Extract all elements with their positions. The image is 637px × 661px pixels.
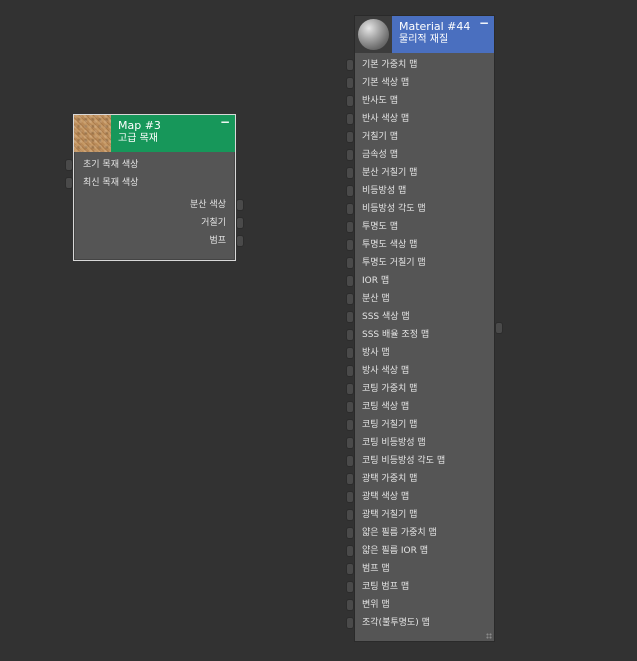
material-input-port[interactable] bbox=[346, 383, 354, 395]
map-output-port[interactable] bbox=[236, 235, 244, 247]
material-input-label: 얇은 필름 IOR 맵 bbox=[362, 546, 428, 556]
material-input-label: 광택 가중치 맵 bbox=[362, 474, 418, 484]
material-node-title-area: Material #44 물리적 재질 − bbox=[392, 16, 494, 53]
material-input-port[interactable] bbox=[346, 113, 354, 125]
material-input-label: 코팅 색상 맵 bbox=[362, 402, 410, 412]
material-input-port[interactable] bbox=[346, 347, 354, 359]
material-input-label: 코팅 비등방성 맵 bbox=[362, 438, 426, 448]
map-input-label: 최신 목재 색상 bbox=[83, 178, 139, 188]
material-input-port[interactable] bbox=[346, 509, 354, 521]
material-input-port[interactable] bbox=[346, 203, 354, 215]
material-input-port[interactable] bbox=[346, 419, 354, 431]
node-editor-canvas[interactable]: Map #3 고급 목재 − 초기 목재 색상최신 목재 색상분산 색상거칠기범… bbox=[0, 0, 637, 661]
map-output-label: 범프 bbox=[209, 236, 226, 246]
material-input-label: 광택 거칠기 맵 bbox=[362, 510, 418, 520]
material-input-label: 코팅 거칠기 맵 bbox=[362, 420, 418, 430]
wood-texture-thumbnail-icon bbox=[74, 115, 111, 152]
material-input-label: 얇은 필름 가중치 맵 bbox=[362, 528, 437, 538]
map-node-subtitle: 고급 목재 bbox=[118, 133, 158, 144]
material-input-port[interactable] bbox=[346, 365, 354, 377]
material-input-label: 분산 맵 bbox=[362, 294, 390, 304]
material-input-port[interactable] bbox=[346, 599, 354, 611]
material-input-port[interactable] bbox=[346, 59, 354, 71]
material-node-physical[interactable]: Material #44 물리적 재질 − 기본 가중치 맵기본 색상 맵반사도… bbox=[346, 15, 503, 642]
material-input-port[interactable] bbox=[346, 95, 354, 107]
material-input-port[interactable] bbox=[346, 527, 354, 539]
material-input-port[interactable] bbox=[346, 275, 354, 287]
material-input-port[interactable] bbox=[346, 455, 354, 467]
material-input-port[interactable] bbox=[346, 545, 354, 557]
material-input-label: 비등방성 각도 맵 bbox=[362, 204, 426, 214]
material-input-label: 투명도 거칠기 맵 bbox=[362, 258, 426, 268]
material-input-port[interactable] bbox=[346, 329, 354, 341]
material-input-label: 비등방성 맵 bbox=[362, 186, 407, 196]
material-input-port[interactable] bbox=[346, 257, 354, 269]
material-input-port[interactable] bbox=[346, 185, 354, 197]
material-input-port[interactable] bbox=[346, 167, 354, 179]
material-input-label: 방사 색상 맵 bbox=[362, 366, 410, 376]
map-input-label: 초기 목재 색상 bbox=[83, 160, 139, 170]
material-input-label: 방사 맵 bbox=[362, 348, 390, 358]
material-output-port[interactable] bbox=[495, 322, 503, 334]
minimize-icon[interactable]: − bbox=[479, 17, 489, 29]
map-input-port[interactable] bbox=[65, 159, 73, 171]
material-input-label: IOR 맵 bbox=[362, 276, 390, 286]
map-output-label: 거칠기 bbox=[201, 218, 226, 228]
material-input-label: SSS 색상 맵 bbox=[362, 312, 410, 322]
material-input-port[interactable] bbox=[346, 401, 354, 413]
material-input-label: 반사도 맵 bbox=[362, 96, 398, 106]
material-node-subtitle: 물리적 재질 bbox=[399, 34, 449, 45]
material-input-label: 코팅 범프 맵 bbox=[362, 582, 410, 592]
material-input-label: 금속성 맵 bbox=[362, 150, 398, 160]
material-input-label: SSS 배율 조정 맵 bbox=[362, 330, 430, 340]
material-input-port[interactable] bbox=[346, 149, 354, 161]
material-input-label: 반사 색상 맵 bbox=[362, 114, 410, 124]
material-input-label: 코팅 비등방성 각도 맵 bbox=[362, 456, 446, 466]
minimize-icon[interactable]: − bbox=[220, 116, 230, 128]
material-input-port[interactable] bbox=[346, 77, 354, 89]
material-input-label: 기본 가중치 맵 bbox=[362, 60, 418, 70]
map-node-header[interactable]: Map #3 고급 목재 − bbox=[74, 115, 235, 152]
material-input-port[interactable] bbox=[346, 293, 354, 305]
map-input-port[interactable] bbox=[65, 177, 73, 189]
material-input-port[interactable] bbox=[346, 563, 354, 575]
material-input-label: 코팅 가중치 맵 bbox=[362, 384, 418, 394]
material-input-label: 광택 색상 맵 bbox=[362, 492, 410, 502]
material-node-header[interactable]: Material #44 물리적 재질 − bbox=[355, 16, 494, 53]
material-sphere-thumbnail-icon bbox=[355, 16, 392, 53]
material-node-title: Material #44 bbox=[399, 20, 471, 33]
material-input-label: 거칠기 맵 bbox=[362, 132, 398, 142]
map-output-label: 분산 색상 bbox=[190, 200, 226, 210]
material-input-label: 기본 색상 맵 bbox=[362, 78, 410, 88]
material-input-label: 투명도 맵 bbox=[362, 222, 398, 232]
material-input-port[interactable] bbox=[346, 239, 354, 251]
material-input-label: 범프 맵 bbox=[362, 564, 390, 574]
material-input-port[interactable] bbox=[346, 491, 354, 503]
material-input-label: 분산 거칠기 맵 bbox=[362, 168, 418, 178]
material-input-port[interactable] bbox=[346, 437, 354, 449]
material-input-port[interactable] bbox=[346, 473, 354, 485]
material-input-label: 조각(불투명도) 맵 bbox=[362, 618, 430, 628]
material-input-port[interactable] bbox=[346, 131, 354, 143]
material-input-port[interactable] bbox=[346, 221, 354, 233]
map-output-port[interactable] bbox=[236, 217, 244, 229]
material-input-port[interactable] bbox=[346, 581, 354, 593]
map-node-title-area: Map #3 고급 목재 − bbox=[111, 115, 235, 152]
material-input-label: 변위 맵 bbox=[362, 600, 390, 610]
map-node-title: Map #3 bbox=[118, 119, 161, 132]
map-node-advanced-wood[interactable]: Map #3 고급 목재 − 초기 목재 색상최신 목재 색상분산 색상거칠기범… bbox=[65, 114, 244, 261]
map-output-port[interactable] bbox=[236, 199, 244, 211]
material-input-port[interactable] bbox=[346, 617, 354, 629]
material-input-label: 투명도 색상 맵 bbox=[362, 240, 418, 250]
material-input-port[interactable] bbox=[346, 311, 354, 323]
resize-grip-icon[interactable] bbox=[486, 633, 492, 639]
